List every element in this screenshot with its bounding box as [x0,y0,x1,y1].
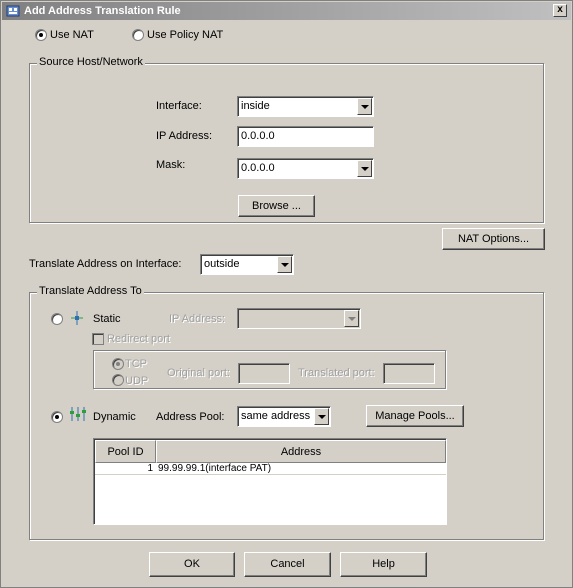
translated-port-label: Translated port: [298,367,375,379]
original-port-input[interactable] [238,363,290,384]
chevron-down-icon[interactable] [314,408,329,425]
address-pool-select[interactable]: same address [237,406,331,427]
nat-options-label: NAT Options... [457,233,530,245]
app-window-icon [6,5,20,17]
ok-label: OK [184,558,200,570]
browse-button-label: Browse ... [252,200,301,212]
dynamic-label: Dynamic [93,411,136,423]
help-label: Help [372,558,395,570]
redirect-port-label: Redirect port [107,333,170,345]
translate-interface-label: Translate Address on Interface: [29,258,182,270]
interface-value: inside [241,100,270,112]
source-host-group-label: Source Host/Network [37,56,145,68]
static-ip-label: IP Address: [169,313,226,325]
pool-id-cell: 1 [147,463,153,474]
redirect-port-checkbox[interactable] [92,333,104,345]
manage-pools-label: Manage Pools... [375,410,455,422]
dynamic-radio[interactable] [51,411,63,423]
static-label: Static [93,313,121,325]
chevron-down-icon[interactable] [344,310,359,327]
ip-address-input[interactable]: 0.0.0.0 [237,126,374,147]
interface-label: Interface: [156,100,202,112]
udp-radio[interactable] [112,374,124,386]
pool-table: Pool ID Address 1 99.99.99.1(interface P… [93,438,447,525]
use-nat-label: Use NAT [50,29,94,41]
static-translation-icon [71,311,83,325]
table-header-pool-id[interactable]: Pool ID [95,440,156,463]
translate-interface-value: outside [204,258,240,270]
ip-address-value: 0.0.0.0 [241,130,275,142]
tcp-radio[interactable] [112,358,124,370]
chevron-down-icon[interactable] [277,256,292,273]
dynamic-translation-icon [70,407,86,421]
browse-button[interactable]: Browse ... [238,195,315,217]
mask-value: 0.0.0.0 [241,162,275,174]
cancel-button[interactable]: Cancel [244,552,331,577]
help-button[interactable]: Help [340,552,427,577]
mask-label: Mask: [156,159,186,171]
table-header-address[interactable]: Address [156,440,446,463]
mask-select[interactable]: 0.0.0.0 [237,158,374,179]
table-row[interactable]: 1 99.99.99.1(interface PAT) [95,463,446,475]
address-pool-label: Address Pool: [156,411,225,423]
ip-address-label: IP Address: [156,130,213,142]
static-ip-select[interactable] [237,308,361,329]
title-bar: Add Address Translation Rule x [2,2,571,20]
ok-button[interactable]: OK [149,552,235,577]
interface-select[interactable]: inside [237,96,374,117]
translate-to-group-label: Translate Address To [37,285,144,297]
cancel-label: Cancel [270,558,305,570]
use-policy-nat-radio[interactable] [132,29,144,41]
use-nat-radio[interactable] [35,29,47,41]
translated-port-input[interactable] [383,363,435,384]
close-button[interactable]: x [553,4,567,17]
chevron-down-icon[interactable] [357,98,372,115]
manage-pools-button[interactable]: Manage Pools... [366,405,464,427]
translate-interface-select[interactable]: outside [200,254,294,275]
chevron-down-icon[interactable] [357,160,372,177]
window-title: Add Address Translation Rule [24,5,181,17]
udp-label: UDP [125,375,149,387]
static-radio[interactable] [51,313,63,325]
nat-options-button[interactable]: NAT Options... [442,228,545,250]
tcp-label: TCP [125,358,147,370]
address-pool-value: same address [241,410,311,422]
dialog-window: Add Address Translation Rule x Use NAT U… [0,0,573,588]
original-port-label: Original port: [167,367,230,379]
address-cell: 99.99.99.1(interface PAT) [158,463,272,474]
close-icon: x [557,4,563,15]
use-policy-nat-label: Use Policy NAT [147,29,224,41]
